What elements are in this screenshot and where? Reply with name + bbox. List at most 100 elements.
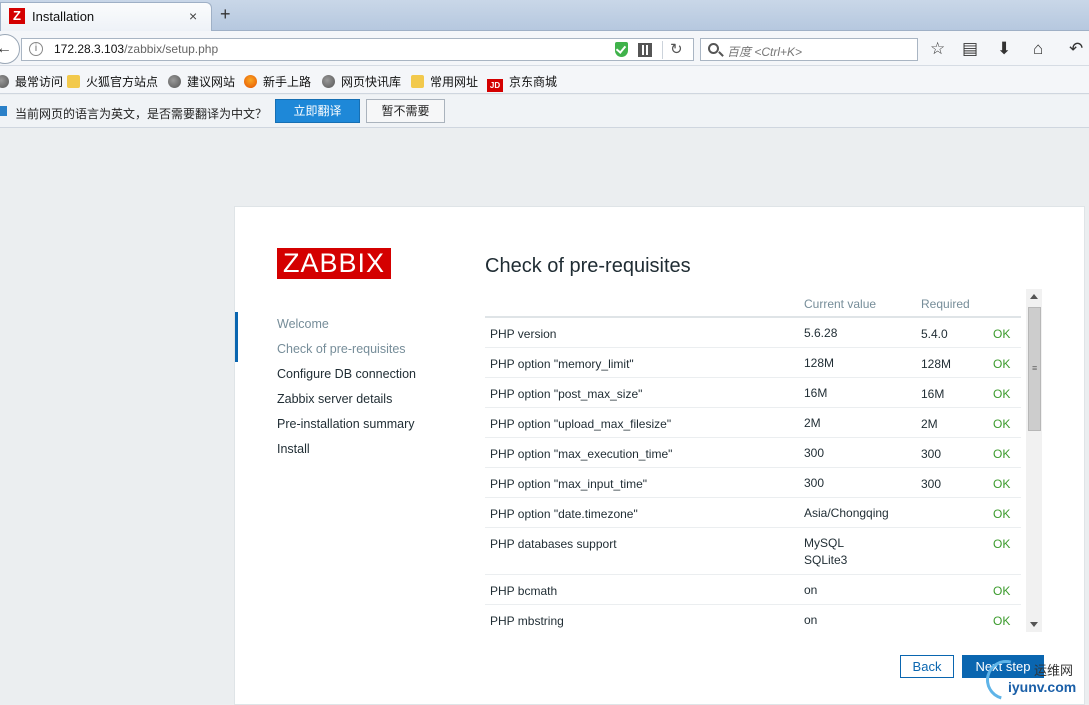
status-ok: OK bbox=[993, 507, 1011, 521]
globe-icon bbox=[168, 75, 181, 88]
divider bbox=[662, 41, 663, 59]
current-value: MySQL SQLite3 bbox=[804, 536, 848, 567]
requirement-name: PHP version bbox=[490, 327, 557, 341]
step-pre-install-summary: Pre-installation summary bbox=[277, 417, 415, 431]
download-icon[interactable]: ⬇ bbox=[997, 39, 1011, 59]
scroll-down-arrow-icon[interactable] bbox=[1030, 622, 1038, 627]
status-ok: OK bbox=[993, 417, 1011, 431]
new-tab-button[interactable]: + bbox=[220, 4, 231, 25]
current-value: 300 bbox=[804, 476, 825, 490]
current-value: 2M bbox=[804, 416, 821, 430]
decline-translate-button[interactable]: 暂不需要 bbox=[366, 99, 445, 123]
current-value: 300 bbox=[804, 446, 825, 460]
current-value: Asia/Chongqing bbox=[804, 506, 889, 520]
reload-icon[interactable]: ↻ bbox=[670, 40, 683, 58]
table-row: PHP bcmath on OK bbox=[485, 575, 1021, 605]
back-arrow-icon[interactable]: ← bbox=[0, 34, 20, 64]
table-row: PHP option "date.timezone" Asia/Chongqing… bbox=[485, 498, 1021, 528]
translate-button[interactable]: 立即翻译 bbox=[275, 99, 360, 123]
scroll-up-arrow-icon[interactable] bbox=[1030, 294, 1038, 299]
required-value: 2M bbox=[921, 417, 938, 431]
info-icon[interactable]: i bbox=[29, 42, 43, 56]
table-row: PHP mbstring on OK bbox=[485, 605, 1021, 632]
table-header: Current value Required bbox=[485, 289, 1021, 318]
status-ok: OK bbox=[993, 387, 1011, 401]
scrollbar[interactable]: ≡ bbox=[1026, 289, 1042, 632]
required-value: 128M bbox=[921, 357, 952, 371]
requirement-name: PHP databases support bbox=[490, 537, 617, 551]
table-body: PHP version 5.6.28 5.4.0 OK PHP option "memo… bbox=[485, 318, 1042, 632]
tab-installation[interactable]: Z Installation × bbox=[0, 2, 212, 31]
table-row: PHP option "max_input_time" 300 300 OK bbox=[485, 468, 1021, 498]
column-current-value: Current value bbox=[804, 297, 877, 311]
translate-icon bbox=[0, 106, 7, 116]
status-ok: OK bbox=[993, 614, 1011, 628]
status-ok: OK bbox=[993, 477, 1011, 491]
requirement-name: PHP option "max_execution_time" bbox=[490, 447, 673, 461]
search-input[interactable]: 百度 <Ctrl+K> bbox=[700, 38, 918, 61]
zabbix-favicon-icon: Z bbox=[9, 8, 25, 24]
requirement-name: PHP bcmath bbox=[490, 584, 558, 598]
bookmark-item[interactable]: 常用网址 bbox=[411, 73, 478, 90]
search-icon bbox=[708, 43, 719, 54]
page-content: ZABBIX Welcome Check of pre-requisites C… bbox=[0, 129, 1089, 705]
tab-strip: Z Installation × + bbox=[0, 0, 1089, 31]
step-install: Install bbox=[277, 442, 310, 456]
requirement-name: PHP option "memory_limit" bbox=[490, 357, 634, 371]
bookmark-item[interactable]: JD 京东商城 bbox=[487, 73, 557, 92]
bookmark-item[interactable]: 最常访问 bbox=[0, 73, 63, 90]
step-check-prerequisites: Check of pre-requisites bbox=[235, 312, 455, 362]
status-ok: OK bbox=[993, 584, 1011, 598]
qr-code-icon[interactable] bbox=[638, 43, 652, 57]
prerequisites-table: Current value Required PHP version 5.6.28… bbox=[485, 289, 1042, 632]
home-icon[interactable]: ⌂ bbox=[1033, 39, 1043, 59]
translate-bar: 当前网页的语言为英文，是否需要翻译为中文？ 立即翻译 暂不需要 bbox=[0, 95, 1089, 128]
setup-card: ZABBIX Welcome Check of pre-requisites C… bbox=[234, 206, 1085, 705]
bookmark-item[interactable]: 网页快讯库 bbox=[322, 73, 401, 90]
undo-arrow-icon[interactable]: ↶ bbox=[1069, 39, 1083, 59]
page-title: Check of pre-requisites bbox=[485, 255, 691, 277]
reading-list-icon[interactable]: ▤ bbox=[962, 39, 978, 59]
folder-icon bbox=[411, 75, 424, 88]
status-ok: OK bbox=[993, 447, 1011, 461]
bookmark-item[interactable]: 火狐官方站点 bbox=[67, 73, 158, 90]
required-value: 300 bbox=[921, 477, 942, 491]
close-icon[interactable]: × bbox=[189, 8, 197, 24]
firefox-icon bbox=[244, 75, 257, 88]
star-icon[interactable]: ☆ bbox=[930, 39, 945, 59]
requirement-name: PHP option "date.timezone" bbox=[490, 507, 638, 521]
current-value: 5.6.28 bbox=[804, 326, 838, 340]
table-row: PHP option "max_execution_time" 300 300 OK bbox=[485, 438, 1021, 468]
status-ok: OK bbox=[993, 537, 1011, 551]
bookmark-item[interactable]: 新手上路 bbox=[244, 73, 311, 90]
zabbix-logo: ZABBIX bbox=[277, 248, 391, 279]
tab-title: Installation bbox=[32, 9, 95, 24]
required-value: 5.4.0 bbox=[921, 327, 948, 341]
requirement-name: PHP option "post_max_size" bbox=[490, 387, 643, 401]
url-text: 172.28.3.103/zabbix/setup.php bbox=[54, 42, 219, 56]
search-placeholder: 百度 <Ctrl+K> bbox=[727, 45, 803, 59]
gear-icon bbox=[0, 75, 9, 88]
table-row: PHP option "memory_limit" 128M 128M OK bbox=[485, 348, 1021, 378]
url-bar[interactable]: i 172.28.3.103/zabbix/setup.php ↻ bbox=[21, 38, 694, 61]
shield-icon[interactable] bbox=[615, 42, 628, 57]
requirement-name: PHP mbstring bbox=[490, 614, 564, 628]
navigation-bar: ← i 172.28.3.103/zabbix/setup.php ↻ 百度 <… bbox=[0, 31, 1089, 66]
required-value: 16M bbox=[921, 387, 945, 401]
bookmark-item[interactable]: 建议网站 bbox=[168, 73, 235, 90]
setup-steps: Welcome Check of pre-requisites Configur… bbox=[235, 312, 455, 462]
status-ok: OK bbox=[993, 327, 1011, 341]
current-value: 16M bbox=[804, 386, 828, 400]
requirement-name: PHP option "upload_max_filesize" bbox=[490, 417, 672, 431]
globe-icon bbox=[322, 75, 335, 88]
watermark-logo: 运维网 iyunv.com bbox=[978, 652, 1084, 705]
jd-icon: JD bbox=[487, 79, 503, 92]
back-button[interactable]: Back bbox=[900, 655, 954, 678]
scrollbar-thumb[interactable]: ≡ bbox=[1028, 307, 1041, 431]
current-value: on bbox=[804, 583, 818, 597]
step-server-details: Zabbix server details bbox=[277, 392, 393, 406]
table-row: PHP version 5.6.28 5.4.0 OK bbox=[485, 318, 1021, 348]
table-row: PHP databases support MySQL SQLite3 OK bbox=[485, 528, 1021, 575]
current-value: 128M bbox=[804, 356, 835, 370]
step-welcome: Welcome bbox=[277, 317, 329, 331]
